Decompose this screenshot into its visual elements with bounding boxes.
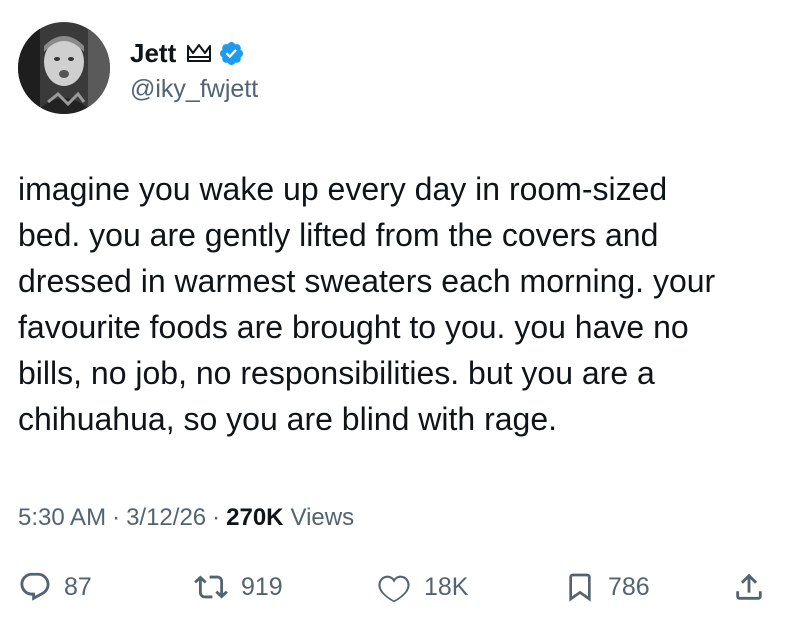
- bookmark-count: 786: [608, 572, 650, 601]
- views-label: Views: [290, 504, 355, 531]
- reply-icon: [18, 570, 52, 604]
- user-handle[interactable]: @iky_fwjett: [130, 74, 258, 104]
- bookmark-icon: [564, 570, 596, 604]
- bookmark-button[interactable]: 786: [564, 562, 650, 612]
- heart-icon: [376, 570, 412, 604]
- tweet-date[interactable]: 3/12/26: [126, 503, 206, 533]
- meta-separator: ·: [212, 504, 221, 531]
- verified-badge-icon: [218, 40, 245, 67]
- retweet-count: 919: [241, 572, 283, 601]
- like-count: 18K: [424, 572, 469, 601]
- retweet-icon: [193, 570, 229, 604]
- tweet-meta: 5:30 AM · 3/12/26 · 270K Views: [18, 503, 354, 533]
- reply-button[interactable]: 87: [18, 562, 92, 612]
- avatar[interactable]: [18, 22, 110, 114]
- retweet-button[interactable]: 919: [193, 562, 283, 612]
- share-button[interactable]: [732, 562, 766, 612]
- reply-count: 87: [64, 572, 92, 601]
- share-icon: [732, 570, 766, 604]
- views-count: 270K: [226, 504, 284, 531]
- display-name[interactable]: Jett: [130, 38, 176, 68]
- tweet-text: imagine you wake up every day in room-si…: [18, 171, 716, 437]
- tweet-header: Jett @iky_fwjett: [18, 22, 258, 118]
- tweet-time[interactable]: 5:30 AM: [18, 503, 106, 533]
- like-button[interactable]: 18K: [376, 562, 468, 612]
- crown-icon: [186, 42, 212, 64]
- meta-separator: ·: [112, 504, 121, 531]
- action-bar: 87 919 18K 786: [18, 562, 788, 612]
